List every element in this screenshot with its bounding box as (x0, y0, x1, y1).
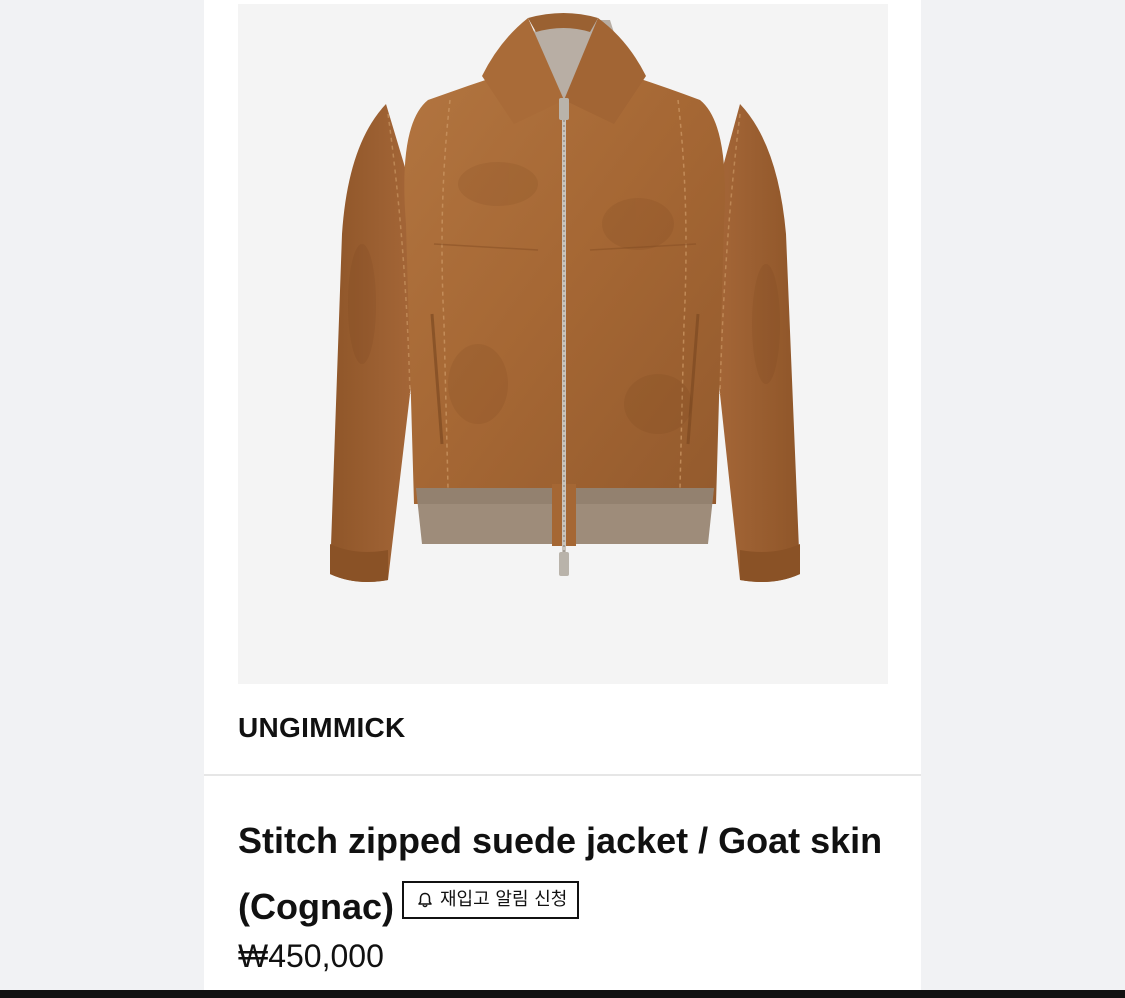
restock-alert-button[interactable]: 재입고 알림 신청 (402, 881, 580, 919)
product-image[interactable] (238, 4, 888, 684)
product-card[interactable]: UNGIMMICK Stitch zipped suede jacket / G… (204, 0, 921, 990)
bottom-edge-bar (0, 990, 1125, 998)
product-price: ₩450,000 (238, 938, 384, 974)
jacket-image (330, 13, 800, 582)
brand-name[interactable]: UNGIMMICK (238, 712, 406, 744)
product-title[interactable]: Stitch zipped suede jacket / Goat skin (… (238, 808, 888, 940)
divider (204, 774, 921, 776)
bell-icon (418, 892, 432, 908)
restock-alert-label: 재입고 알림 신청 (440, 889, 568, 910)
